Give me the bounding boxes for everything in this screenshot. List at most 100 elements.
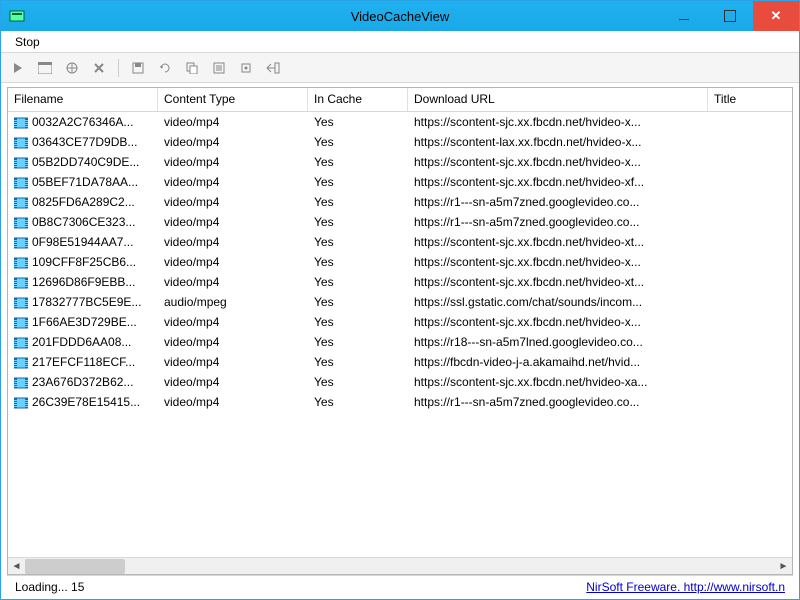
cell-content-type: video/mp4: [158, 275, 308, 289]
cell-filename: 05B2DD740C9DE...: [8, 155, 158, 169]
cell-download-url: https://r1---sn-a5m7zned.googlevideo.co.…: [408, 395, 708, 409]
table-row[interactable]: 201FDDD6AA08...video/mp4Yeshttps://r18--…: [8, 332, 792, 352]
cell-content-type: video/mp4: [158, 115, 308, 129]
cell-content-type: video/mp4: [158, 395, 308, 409]
table-row[interactable]: 23A676D372B62...video/mp4Yeshttps://scon…: [8, 372, 792, 392]
play-icon[interactable]: [7, 57, 29, 79]
cell-download-url: https://scontent-sjc.xx.fbcdn.net/hvideo…: [408, 235, 708, 249]
table-row[interactable]: 17832777BC5E9E...audio/mpegYeshttps://ss…: [8, 292, 792, 312]
exit-icon[interactable]: [262, 57, 284, 79]
cell-in-cache: Yes: [308, 155, 408, 169]
cell-download-url: https://scontent-sjc.xx.fbcdn.net/hvideo…: [408, 255, 708, 269]
cell-filename: 23A676D372B62...: [8, 375, 158, 389]
cell-content-type: video/mp4: [158, 155, 308, 169]
column-headers: Filename Content Type In Cache Download …: [8, 88, 792, 112]
cell-content-type: video/mp4: [158, 355, 308, 369]
cell-filename: 0B8C7306CE323...: [8, 215, 158, 229]
cell-content-type: video/mp4: [158, 235, 308, 249]
properties-icon[interactable]: [208, 57, 230, 79]
cell-filename: 05BEF71DA78AA...: [8, 175, 158, 189]
list-view: Filename Content Type In Cache Download …: [7, 87, 793, 575]
cell-download-url: https://scontent-sjc.xx.fbcdn.net/hvideo…: [408, 115, 708, 129]
cell-content-type: video/mp4: [158, 375, 308, 389]
cell-filename: 03643CE77D9DB...: [8, 135, 158, 149]
table-row[interactable]: 0B8C7306CE323...video/mp4Yeshttps://r1--…: [8, 212, 792, 232]
cell-download-url: https://scontent-sjc.xx.fbcdn.net/hvideo…: [408, 175, 708, 189]
table-row[interactable]: 12696D86F9EBB...video/mp4Yeshttps://scon…: [8, 272, 792, 292]
video-file-icon: [14, 357, 28, 369]
column-download-url[interactable]: Download URL: [408, 88, 708, 111]
menu-stop[interactable]: Stop: [7, 33, 48, 51]
options-icon[interactable]: [235, 57, 257, 79]
table-row[interactable]: 05BEF71DA78AA...video/mp4Yeshttps://scon…: [8, 172, 792, 192]
cell-content-type: video/mp4: [158, 195, 308, 209]
globe-icon[interactable]: [61, 57, 83, 79]
table-row[interactable]: 1F66AE3D729BE...video/mp4Yeshttps://scon…: [8, 312, 792, 332]
cell-content-type: video/mp4: [158, 335, 308, 349]
video-file-icon: [14, 177, 28, 189]
table-row[interactable]: 03643CE77D9DB...video/mp4Yeshttps://scon…: [8, 132, 792, 152]
cell-download-url: https://r1---sn-a5m7zned.googlevideo.co.…: [408, 215, 708, 229]
cell-download-url: https://scontent-sjc.xx.fbcdn.net/hvideo…: [408, 155, 708, 169]
delete-icon[interactable]: [88, 57, 110, 79]
cell-filename: 0032A2C76346A...: [8, 115, 158, 129]
column-content-type[interactable]: Content Type: [158, 88, 308, 111]
cell-content-type: video/mp4: [158, 315, 308, 329]
table-row[interactable]: 0032A2C76346A...video/mp4Yeshttps://scon…: [8, 112, 792, 132]
horizontal-scrollbar[interactable]: ◄ ►: [8, 557, 792, 574]
browser-icon[interactable]: [34, 57, 56, 79]
list-body[interactable]: 0032A2C76346A...video/mp4Yeshttps://scon…: [8, 112, 792, 557]
cell-filename: 0825FD6A289C2...: [8, 195, 158, 209]
video-file-icon: [14, 337, 28, 349]
table-row[interactable]: 217EFCF118ECF...video/mp4Yeshttps://fbcd…: [8, 352, 792, 372]
close-button[interactable]: [753, 1, 799, 31]
table-row[interactable]: 26C39E78E15415...video/mp4Yeshttps://r1-…: [8, 392, 792, 412]
save-icon[interactable]: [127, 57, 149, 79]
video-file-icon: [14, 157, 28, 169]
cell-download-url: https://scontent-lax.xx.fbcdn.net/hvideo…: [408, 135, 708, 149]
cell-download-url: https://r1---sn-a5m7zned.googlevideo.co.…: [408, 195, 708, 209]
table-row[interactable]: 0825FD6A289C2...video/mp4Yeshttps://r1--…: [8, 192, 792, 212]
cell-content-type: audio/mpeg: [158, 295, 308, 309]
table-row[interactable]: 109CFF8F25CB6...video/mp4Yeshttps://scon…: [8, 252, 792, 272]
app-icon: [9, 8, 25, 24]
video-file-icon: [14, 317, 28, 329]
cell-in-cache: Yes: [308, 375, 408, 389]
cell-download-url: https://scontent-sjc.xx.fbcdn.net/hvideo…: [408, 315, 708, 329]
cell-filename: 17832777BC5E9E...: [8, 295, 158, 309]
video-file-icon: [14, 257, 28, 269]
cell-filename: 109CFF8F25CB6...: [8, 255, 158, 269]
video-file-icon: [14, 137, 28, 149]
toolbar: [1, 53, 799, 83]
video-file-icon: [14, 277, 28, 289]
scroll-left-icon[interactable]: ◄: [8, 558, 25, 575]
cell-content-type: video/mp4: [158, 175, 308, 189]
cell-in-cache: Yes: [308, 195, 408, 209]
maximize-button[interactable]: [707, 1, 753, 31]
cell-in-cache: Yes: [308, 135, 408, 149]
window-controls: [661, 1, 799, 31]
cell-download-url: https://fbcdn-video-j-a.akamaihd.net/hvi…: [408, 355, 708, 369]
scroll-right-icon[interactable]: ►: [775, 558, 792, 575]
cell-filename: 1F66AE3D729BE...: [8, 315, 158, 329]
cell-in-cache: Yes: [308, 295, 408, 309]
video-file-icon: [14, 217, 28, 229]
cell-in-cache: Yes: [308, 115, 408, 129]
copy-icon[interactable]: [181, 57, 203, 79]
cell-filename: 0F98E51944AA7...: [8, 235, 158, 249]
cell-in-cache: Yes: [308, 335, 408, 349]
column-filename[interactable]: Filename: [8, 88, 158, 111]
column-title[interactable]: Title: [708, 88, 768, 111]
table-row[interactable]: 0F98E51944AA7...video/mp4Yeshttps://scon…: [8, 232, 792, 252]
video-file-icon: [14, 297, 28, 309]
statusbar: Loading... 15 NirSoft Freeware. http://w…: [7, 575, 793, 597]
minimize-button[interactable]: [661, 1, 707, 31]
refresh-icon[interactable]: [154, 57, 176, 79]
cell-in-cache: Yes: [308, 175, 408, 189]
cell-filename: 217EFCF118ECF...: [8, 355, 158, 369]
column-in-cache[interactable]: In Cache: [308, 88, 408, 111]
status-link[interactable]: NirSoft Freeware. http://www.nirsoft.n: [586, 580, 785, 594]
cell-download-url: https://scontent-sjc.xx.fbcdn.net/hvideo…: [408, 375, 708, 389]
scroll-thumb[interactable]: [25, 559, 125, 574]
table-row[interactable]: 05B2DD740C9DE...video/mp4Yeshttps://scon…: [8, 152, 792, 172]
